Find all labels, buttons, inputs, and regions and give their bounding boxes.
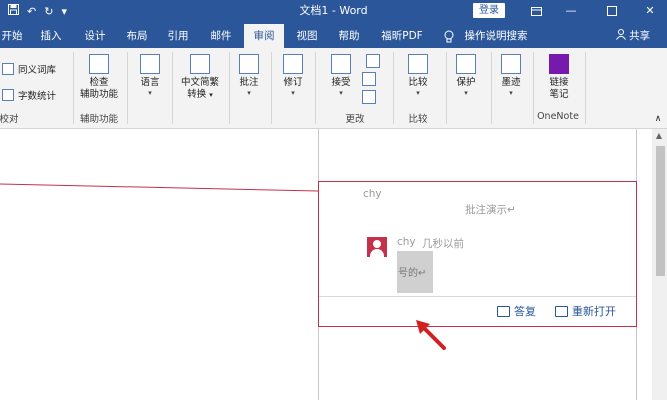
chevron-down-icon: ▾ <box>291 88 295 97</box>
lightbulb-icon <box>440 24 458 48</box>
chinese-conversion-icon <box>190 54 210 74</box>
reject-button[interactable] <box>362 54 384 71</box>
word-window: ↶ ↻ ▾ 文档1 - Word 登录 — ✕ 开始 插入 设计 布局 引用 邮… <box>0 0 667 400</box>
compare-icon <box>408 54 428 74</box>
chevron-down-icon: ▾ <box>509 88 513 97</box>
comment-author: chy <box>363 188 382 200</box>
maximize-icon[interactable] <box>597 0 627 22</box>
group-separator <box>229 52 230 124</box>
review-ribbon: 同义词库 字数统计 校对 检查 辅助功能 辅助功能 语言 ▾ 中文简繁 转换 ▾ <box>0 48 667 129</box>
tab-view[interactable]: 视图 <box>290 24 324 48</box>
ink-button[interactable]: 墨迹 ▾ <box>494 54 528 98</box>
scrollbar-thumb[interactable] <box>656 146 665 276</box>
share-label: 共享 <box>629 30 651 42</box>
onenote-icon <box>549 54 569 74</box>
login-button[interactable]: 登录 <box>473 3 505 18</box>
comment-divider <box>319 296 636 297</box>
tell-me-search[interactable]: 操作说明搜索 <box>462 24 530 48</box>
accept-icon <box>331 54 351 74</box>
person-icon <box>615 29 629 42</box>
tab-references[interactable]: 引用 <box>161 24 195 48</box>
collapse-ribbon-icon[interactable]: ∧ <box>652 114 664 126</box>
reply-author: chy <box>397 236 416 248</box>
tab-layout[interactable]: 布局 <box>120 24 154 48</box>
tab-foxit-pdf[interactable]: 福昕PDF <box>376 24 428 48</box>
ink-icon <box>501 54 521 74</box>
track-changes-button[interactable]: 修订 ▾ <box>278 54 308 98</box>
group-label-onenote: OneNote <box>537 111 579 122</box>
accessibility-check-icon <box>89 54 109 74</box>
accept-button[interactable]: 接受 ▾ <box>324 54 358 98</box>
tab-design[interactable]: 设计 <box>78 24 112 48</box>
share-button[interactable]: 共享 <box>612 24 654 48</box>
ribbon-tabs: 开始 插入 设计 布局 引用 邮件 审阅 视图 帮助 福昕PDF 操作说明搜索 … <box>0 24 667 48</box>
chevron-down-icon: ▾ <box>148 88 152 97</box>
new-comment-icon <box>239 54 259 74</box>
language-button[interactable]: 语言 ▾ <box>133 54 167 98</box>
track-changes-icon <box>283 54 303 74</box>
reopen-button[interactable]: 重新打开 <box>555 303 616 319</box>
group-label-changes: 更改 <box>345 114 365 125</box>
chinese-conversion-button[interactable]: 中文简繁 转换 ▾ <box>176 54 224 101</box>
tab-insert[interactable]: 插入 <box>34 24 68 48</box>
group-separator <box>491 52 492 124</box>
minimize-icon[interactable]: — <box>556 0 586 22</box>
scroll-up-icon[interactable]: ▲ <box>653 131 665 141</box>
group-separator <box>393 52 394 124</box>
chevron-down-icon: ▾ <box>209 90 213 99</box>
previous-change-icon <box>362 72 376 86</box>
thesaurus-icon <box>2 63 14 75</box>
group-label-accessibility: 辅助功能 <box>79 114 118 125</box>
next-change-icon <box>362 90 376 104</box>
comments-button[interactable]: 批注 ▾ <box>234 54 264 98</box>
word-count-button[interactable]: 字数统计 <box>2 88 56 102</box>
reopen-icon <box>555 305 568 317</box>
group-label-compare: 比较 <box>408 114 428 125</box>
close-icon[interactable]: ✕ <box>635 0 665 22</box>
reject-icon <box>366 54 380 68</box>
chevron-down-icon: ▾ <box>416 88 420 97</box>
reply-icon <box>497 305 510 317</box>
chevron-down-icon: ▾ <box>247 88 251 97</box>
reply-button[interactable]: 答复 <box>497 303 536 319</box>
group-separator <box>172 52 173 124</box>
language-icon <box>140 54 160 74</box>
compare-button[interactable]: 比较 ▾ <box>400 54 436 98</box>
tab-review[interactable]: 审阅 <box>244 24 284 48</box>
comment-text[interactable]: 批注演示↵ <box>465 202 516 217</box>
tab-help[interactable]: 帮助 <box>332 24 366 48</box>
group-separator <box>271 52 272 124</box>
reply-text[interactable]: 号的↵ <box>398 264 426 279</box>
group-separator <box>585 52 586 124</box>
avatar <box>367 237 387 257</box>
previous-change-button[interactable] <box>362 72 376 89</box>
group-label-proofing: 校对 <box>0 114 19 125</box>
check-accessibility-button[interactable]: 检查 辅助功能 <box>74 54 124 100</box>
reply-time: 几秒以前 <box>422 238 464 250</box>
group-separator <box>446 52 447 124</box>
chevron-down-icon: ▾ <box>339 88 343 97</box>
group-separator <box>315 52 316 124</box>
group-separator <box>127 52 128 124</box>
tab-home[interactable]: 开始 <box>0 24 24 48</box>
tab-mailings[interactable]: 邮件 <box>204 24 238 48</box>
ribbon-display-options-icon[interactable] <box>521 0 551 22</box>
red-arrow-icon <box>416 320 446 350</box>
next-change-button[interactable] <box>362 90 376 107</box>
word-count-icon <box>2 89 14 101</box>
comment-card[interactable]: chy 批注演示↵ chy 几秒以前 号的↵ 答复 重新打开 <box>318 181 637 327</box>
protect-button[interactable]: 保护 ▾ <box>449 54 483 98</box>
title-bar: ↶ ↻ ▾ 文档1 - Word 登录 — ✕ <box>0 0 667 24</box>
protect-icon <box>456 54 476 74</box>
linked-notes-button[interactable]: 链接 笔记 <box>539 54 579 100</box>
chevron-down-icon: ▾ <box>464 88 468 97</box>
thesaurus-button[interactable]: 同义词库 <box>2 62 56 76</box>
